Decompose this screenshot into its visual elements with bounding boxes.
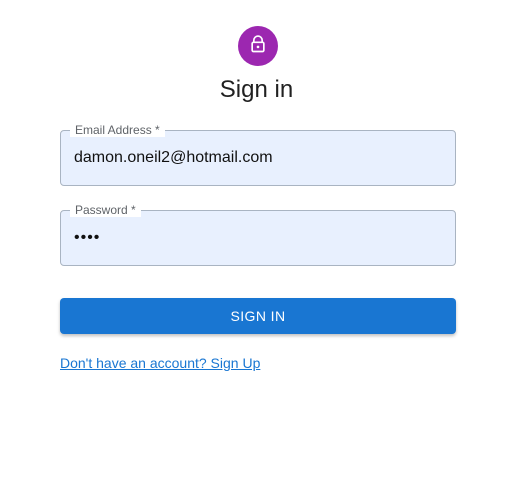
page-title: Sign in [219, 76, 294, 103]
avatar [238, 26, 278, 66]
password-field[interactable]: Password * •••• [60, 203, 456, 266]
sign-up-link[interactable]: Don't have an account? Sign Up [60, 354, 260, 372]
email-field-label: Email Address * [70, 123, 165, 137]
password-input[interactable]: •••• [74, 228, 444, 248]
password-field-label: Password * [70, 203, 141, 217]
sign-in-button[interactable]: SIGN IN [60, 298, 456, 334]
email-field[interactable]: Email Address * damon.oneil2@hotmail.com [60, 123, 456, 186]
lock-icon [248, 34, 268, 59]
sign-in-page: Sign in Email Address * damon.oneil2@hot… [0, 0, 513, 502]
email-input[interactable]: damon.oneil2@hotmail.com [74, 148, 444, 168]
